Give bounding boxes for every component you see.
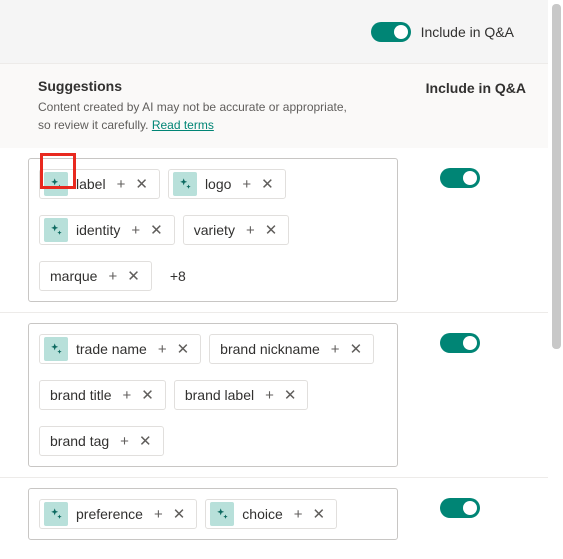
chip-label: identity	[76, 222, 120, 238]
suggestion-group: preference+✕choice+✕	[0, 477, 548, 550]
chip-remove-icon[interactable]: ✕	[172, 342, 195, 357]
chip-remove-icon[interactable]: ✕	[260, 223, 283, 238]
chip-remove-icon[interactable]: ✕	[122, 269, 145, 284]
chip-add-icon[interactable]: +	[326, 342, 345, 357]
more-chip[interactable]: +8	[160, 261, 196, 291]
ai-badge	[44, 337, 68, 361]
chip-label: trade name	[76, 341, 147, 357]
suggestion-chip[interactable]: identity +✕	[39, 215, 175, 245]
chip-box: label+✕logo+✕identity+✕variety+✕marque+✕…	[28, 158, 398, 302]
suggestion-chip[interactable]: logo +✕	[168, 169, 286, 199]
sparkle-icon	[49, 342, 63, 356]
include-toggle-top-wrap: Include in Q&A	[371, 22, 514, 42]
ai-badge	[44, 218, 68, 242]
suggestions-desc: Content created by AI may not be accurat…	[38, 98, 358, 134]
chip-remove-icon[interactable]: ✕	[168, 507, 191, 522]
suggestions-title: Suggestions	[38, 78, 406, 94]
suggestion-chip[interactable]: marque +✕	[39, 261, 152, 291]
chip-add-icon[interactable]: +	[103, 269, 122, 284]
chip-add-icon[interactable]: +	[112, 177, 131, 192]
scrollbar[interactable]	[552, 4, 561, 349]
ai-badge	[44, 502, 68, 526]
chip-label: brand title	[50, 387, 111, 403]
chip-label: variety	[194, 222, 235, 238]
suggestion-chip[interactable]: variety +✕	[183, 215, 290, 245]
suggestion-chip[interactable]: label +✕	[39, 169, 160, 199]
chip-label: preference	[76, 506, 143, 522]
chip-box: trade name+✕brand nickname+✕brand title+…	[28, 323, 398, 467]
ai-badge	[210, 502, 234, 526]
include-toggle-row[interactable]	[440, 168, 480, 188]
include-toggle-top-label: Include in Q&A	[421, 24, 514, 40]
suggestion-chip[interactable]: brand nickname +✕	[209, 334, 374, 364]
chip-box: preference+✕choice+✕	[28, 488, 398, 540]
chip-label: brand label	[185, 387, 254, 403]
suggestion-chip[interactable]: choice +✕	[205, 499, 337, 529]
chip-remove-icon[interactable]: ✕	[256, 177, 279, 192]
chip-add-icon[interactable]: +	[115, 434, 134, 449]
row-toggle-col	[440, 158, 480, 188]
read-terms-link[interactable]: Read terms	[152, 118, 214, 132]
sparkle-icon	[178, 177, 192, 191]
chip-label: logo	[205, 176, 231, 192]
include-column-header: Include in Q&A	[426, 78, 526, 96]
suggestions-header: Suggestions Content created by AI may no…	[0, 64, 548, 148]
chip-remove-icon[interactable]: ✕	[145, 223, 168, 238]
chip-remove-icon[interactable]: ✕	[279, 388, 302, 403]
chip-remove-icon[interactable]: ✕	[134, 434, 157, 449]
chip-remove-icon[interactable]: ✕	[308, 507, 331, 522]
chip-add-icon[interactable]: +	[289, 507, 308, 522]
top-bar: Include in Q&A	[0, 0, 548, 64]
ai-badge	[173, 172, 197, 196]
chip-remove-icon[interactable]: ✕	[345, 342, 368, 357]
chip-add-icon[interactable]: +	[241, 223, 260, 238]
row-toggle-col	[440, 323, 480, 353]
chip-label: brand nickname	[220, 341, 320, 357]
include-toggle-top[interactable]	[371, 22, 411, 42]
chip-remove-icon[interactable]: ✕	[136, 388, 159, 403]
chip-label: choice	[242, 506, 282, 522]
chip-label: marque	[50, 268, 97, 284]
suggestion-group: trade name+✕brand nickname+✕brand title+…	[0, 312, 548, 477]
chip-remove-icon[interactable]: ✕	[130, 177, 153, 192]
chip-add-icon[interactable]: +	[237, 177, 256, 192]
chip-add-icon[interactable]: +	[149, 507, 168, 522]
sparkle-icon	[215, 507, 229, 521]
chip-add-icon[interactable]: +	[153, 342, 172, 357]
chip-label: brand tag	[50, 433, 109, 449]
include-toggle-row[interactable]	[440, 333, 480, 353]
suggestion-chip[interactable]: brand tag +✕	[39, 426, 164, 456]
ai-badge	[44, 172, 68, 196]
chip-add-icon[interactable]: +	[117, 388, 136, 403]
sparkle-icon	[49, 223, 63, 237]
suggestion-group: label+✕logo+✕identity+✕variety+✕marque+✕…	[0, 148, 548, 312]
suggestion-chip[interactable]: brand title +✕	[39, 380, 166, 410]
sparkle-icon	[49, 177, 63, 191]
chip-add-icon[interactable]: +	[126, 223, 145, 238]
suggestion-chip[interactable]: preference +✕	[39, 499, 197, 529]
row-toggle-col	[440, 488, 480, 518]
include-toggle-row[interactable]	[440, 498, 480, 518]
sparkle-icon	[49, 507, 63, 521]
chip-label: label	[76, 176, 106, 192]
suggestion-chip[interactable]: brand label +✕	[174, 380, 309, 410]
suggestion-chip[interactable]: trade name +✕	[39, 334, 201, 364]
chip-add-icon[interactable]: +	[260, 388, 279, 403]
